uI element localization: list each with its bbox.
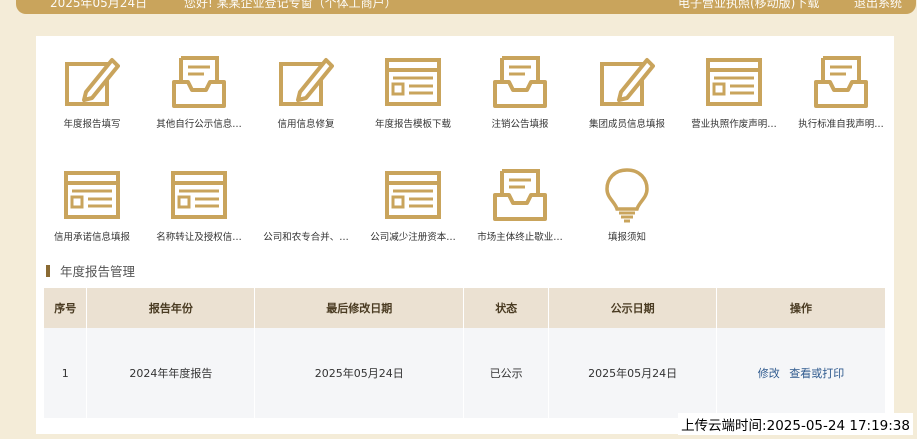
- function-tile[interactable]: 年度报告模板下载: [359, 54, 467, 150]
- tile-label: 信用信息修复: [277, 119, 335, 130]
- tile-label: 公司减少注册资本…: [370, 232, 456, 243]
- edit-link[interactable]: 修改: [758, 367, 780, 380]
- company-text: 您好! 某某企业登记专窗（个体工商户）: [184, 0, 397, 10]
- function-tile[interactable]: 集团成员信息填报: [573, 54, 681, 150]
- cell-year: 2024年年度报告: [86, 328, 256, 418]
- tile-label: 公司和农专合并、…: [263, 232, 349, 243]
- table-header-row: 序号 报告年份 最后修改日期 状态 公示日期 操作: [44, 288, 886, 328]
- col-year: 报告年份: [86, 288, 256, 328]
- date-text: 2025年05月24日: [50, 0, 148, 10]
- mobile-license-link[interactable]: 电子营业执照(移动版)下载: [678, 0, 819, 11]
- cell-status: 已公示: [463, 328, 550, 418]
- tile-label: 其他自行公示信息…: [156, 119, 242, 130]
- function-tile[interactable]: 其他自行公示信息…: [145, 54, 253, 150]
- function-tile[interactable]: 营业执照作废声明…: [680, 54, 788, 150]
- col-publish-date: 公示日期: [548, 288, 718, 328]
- view-print-link[interactable]: 查看或打印: [789, 367, 844, 380]
- tile-label: 市场主体终止歇业…: [477, 232, 563, 243]
- tile-label: 注销公告填报: [491, 119, 549, 130]
- function-tile[interactable]: 执行标准自我声明…: [787, 54, 895, 150]
- col-modified: 最后修改日期: [254, 288, 465, 328]
- function-tile[interactable]: 注销公告填报: [466, 54, 574, 150]
- table-row: 1 2024年年度报告 2025年05月24日 已公示 2025年05月24日 …: [44, 328, 886, 418]
- cell-index: 1: [44, 328, 88, 418]
- tile-label: 集团成员信息填报: [588, 119, 665, 130]
- cell-actions: 修改 查看或打印: [716, 328, 886, 418]
- tile-label: 营业执照作废声明…: [691, 119, 777, 130]
- col-index: 序号: [44, 288, 88, 328]
- function-tile[interactable]: 填报须知: [573, 167, 681, 263]
- col-actions: 操作: [716, 288, 886, 328]
- function-tile[interactable]: 信用承诺信息填报: [38, 167, 146, 263]
- upload-timestamp: 上传云端时间:2025-05-24 17:19:38: [678, 413, 913, 435]
- tile-label: 名称转让及授权信…: [156, 232, 242, 243]
- main-panel: 年度报告填写 其他自行公示信息… 信用信息修复 年度报告模板下载 注销公告填报 集团成员信…: [36, 36, 894, 434]
- col-status: 状态: [463, 288, 550, 328]
- section-bar: [46, 265, 50, 277]
- function-tile[interactable]: 公司和农专合并、…: [252, 167, 360, 263]
- section-heading: 年度报告管理: [46, 261, 135, 280]
- top-bar: 2025年05月24日 您好! 某某企业登记专窗（个体工商户） 电子营业执照(移…: [16, 0, 916, 14]
- report-table: 序号 报告年份 最后修改日期 状态 公示日期 操作 1 2024年年度报告 20…: [44, 288, 886, 418]
- function-tile[interactable]: 信用信息修复: [252, 54, 360, 150]
- logout-button[interactable]: 退出系统: [854, 0, 902, 11]
- section-title: 年度报告管理: [60, 264, 136, 279]
- tile-label: 信用承诺信息填报: [53, 232, 130, 243]
- function-tile[interactable]: 市场主体终止歇业…: [466, 167, 574, 263]
- tile-label: 年度报告模板下载: [374, 119, 451, 130]
- tile-label: 年度报告填写: [63, 119, 121, 130]
- function-tile[interactable]: 年度报告填写: [38, 54, 146, 150]
- tile-label: 填报须知: [607, 232, 646, 243]
- cell-modified: 2025年05月24日: [254, 328, 465, 418]
- cell-publish-date: 2025年05月24日: [548, 328, 718, 418]
- tile-label: 执行标准自我声明…: [798, 119, 884, 130]
- function-tile[interactable]: 名称转让及授权信…: [145, 167, 253, 263]
- function-tile[interactable]: 公司减少注册资本…: [359, 167, 467, 263]
